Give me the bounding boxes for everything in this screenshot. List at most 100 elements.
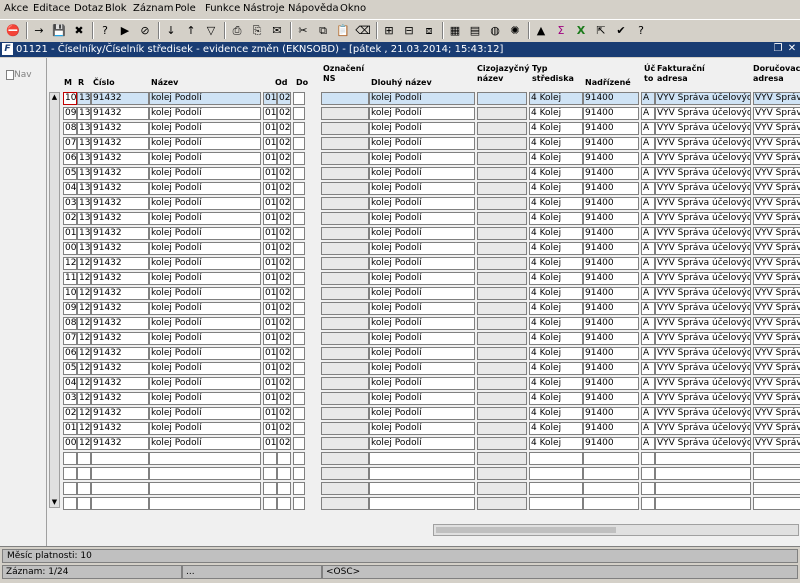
cell-cizojazycny-nazev[interactable] <box>477 347 527 360</box>
cell-nadrizene[interactable]: 91400 <box>583 392 639 405</box>
cell-cislo[interactable]: 91432 <box>91 332 149 345</box>
enter-query-icon[interactable]: ? <box>96 22 114 39</box>
clear-icon[interactable]: ⌫ <box>354 22 372 39</box>
cell-cislo[interactable]: 91432 <box>91 347 149 360</box>
cell-r[interactable]: 12 <box>77 422 91 435</box>
cell-oznaceni-ns[interactable] <box>321 362 369 375</box>
cell-nazev[interactable]: kolej Podolí <box>149 287 261 300</box>
cell-nadrizene[interactable]: 91400 <box>583 422 639 435</box>
cell-blank[interactable] <box>293 317 305 330</box>
cell-dorucovaci-adresa[interactable] <box>753 467 800 480</box>
cell-do[interactable]: 02 <box>277 152 291 165</box>
cell-fakturacni-adresa[interactable]: VYV Správa účelových <box>655 242 751 255</box>
cell-nadrizene[interactable]: 91400 <box>583 332 639 345</box>
cell-do[interactable]: 02 <box>277 347 291 360</box>
cell-ucto[interactable]: A <box>641 377 655 390</box>
cell-r[interactable]: 13 <box>77 242 91 255</box>
cell-ucto[interactable]: A <box>641 227 655 240</box>
cell-nadrizene[interactable]: 91400 <box>583 197 639 210</box>
cell-typ-strediska[interactable]: 4 Kolej <box>529 422 583 435</box>
cell-nazev[interactable]: kolej Podolí <box>149 107 261 120</box>
cell-fakturacni-adresa[interactable]: VYV Správa účelových <box>655 392 751 405</box>
cell-dlouhy-nazev[interactable]: kolej Podolí <box>369 167 475 180</box>
cell-nazev[interactable]: kolej Podolí <box>149 332 261 345</box>
scroll-down-icon[interactable]: ▼ <box>50 498 59 507</box>
cell-fakturacni-adresa[interactable]: VYV Správa účelových <box>655 92 751 105</box>
cell-blank[interactable] <box>293 92 305 105</box>
cell-typ-strediska[interactable]: 4 Kolej <box>529 107 583 120</box>
cell-cislo[interactable]: 91432 <box>91 392 149 405</box>
cell-nadrizene[interactable]: 91400 <box>583 257 639 270</box>
cell-nazev[interactable]: kolej Podolí <box>149 197 261 210</box>
cell-blank[interactable] <box>293 437 305 450</box>
cell-nadrizene[interactable]: 91400 <box>583 347 639 360</box>
cell-od[interactable]: 01 <box>263 392 277 405</box>
cell-ucto[interactable]: A <box>641 317 655 330</box>
cell-do[interactable]: 02 <box>277 317 291 330</box>
cell-nazev[interactable]: kolej Podolí <box>149 137 261 150</box>
cut-icon[interactable]: ✂ <box>294 22 312 39</box>
cell-blank[interactable] <box>293 257 305 270</box>
cell-fakturacni-adresa[interactable]: VYV Správa účelových <box>655 107 751 120</box>
cell-dorucovaci-adresa[interactable]: VYV Správ <box>753 437 800 450</box>
cell-dlouhy-nazev[interactable]: kolej Podolí <box>369 287 475 300</box>
cell-m[interactable]: 00 <box>63 437 77 450</box>
cell-m[interactable]: 11 <box>63 272 77 285</box>
menu-item[interactable]: Dotaz <box>74 3 103 14</box>
arrow-icon[interactable]: → <box>30 22 48 39</box>
cell-cislo[interactable]: 91432 <box>91 107 149 120</box>
cancel-icon[interactable]: ✖ <box>70 22 88 39</box>
cell-do[interactable]: 02 <box>277 107 291 120</box>
cell-dlouhy-nazev[interactable]: kolej Podolí <box>369 227 475 240</box>
cell-od[interactable]: 01 <box>263 107 277 120</box>
cell-m[interactable]: 09 <box>63 107 77 120</box>
cell-cizojazycny-nazev[interactable] <box>477 377 527 390</box>
cell-ucto[interactable]: A <box>641 362 655 375</box>
cell-do[interactable]: 02 <box>277 257 291 270</box>
cell-od[interactable]: 01 <box>263 272 277 285</box>
cell-dorucovaci-adresa[interactable]: VYV Správ <box>753 377 800 390</box>
cell-od[interactable]: 01 <box>263 122 277 135</box>
help-icon[interactable]: ? <box>632 22 650 39</box>
cell-typ-strediska[interactable]: 4 Kolej <box>529 287 583 300</box>
cell-m[interactable]: 04 <box>63 182 77 195</box>
cell-dlouhy-nazev[interactable]: kolej Podolí <box>369 407 475 420</box>
cell-blank[interactable] <box>293 122 305 135</box>
save-icon[interactable]: 💾 <box>50 22 68 39</box>
cell-cislo[interactable]: 91432 <box>91 242 149 255</box>
cell-dorucovaci-adresa[interactable]: VYV Správ <box>753 392 800 405</box>
cell-do[interactable] <box>277 452 291 465</box>
cell-m[interactable]: 06 <box>63 152 77 165</box>
cell-ucto[interactable]: A <box>641 152 655 165</box>
cell-blank[interactable] <box>293 137 305 150</box>
cell-cizojazycny-nazev[interactable] <box>477 92 527 105</box>
cell-blank[interactable] <box>293 407 305 420</box>
cell-m[interactable]: 07 <box>63 137 77 150</box>
cell-nadrizene[interactable]: 91400 <box>583 302 639 315</box>
cell-oznaceni-ns[interactable] <box>321 92 369 105</box>
cell-dlouhy-nazev[interactable] <box>369 467 475 480</box>
cell-dorucovaci-adresa[interactable]: VYV Správ <box>753 257 800 270</box>
cell-nadrizene[interactable] <box>583 467 639 480</box>
cell-cizojazycny-nazev[interactable] <box>477 227 527 240</box>
cell-do[interactable] <box>277 482 291 495</box>
cell-oznaceni-ns[interactable] <box>321 242 369 255</box>
menu-item[interactable]: Nástroje <box>243 3 285 14</box>
cell-nazev[interactable]: kolej Podolí <box>149 422 261 435</box>
cell-cislo[interactable]: 91432 <box>91 182 149 195</box>
cell-od[interactable]: 01 <box>263 197 277 210</box>
cell-fakturacni-adresa[interactable]: VYV Správa účelových <box>655 347 751 360</box>
cell-m[interactable]: 03 <box>63 197 77 210</box>
scroll-thumb[interactable] <box>436 527 616 533</box>
cell-od[interactable]: 01 <box>263 287 277 300</box>
cell-dlouhy-nazev[interactable]: kolej Podolí <box>369 272 475 285</box>
cell-cislo[interactable]: 91432 <box>91 227 149 240</box>
cell-cislo[interactable] <box>91 452 149 465</box>
cell-nazev[interactable]: kolej Podolí <box>149 227 261 240</box>
cell-od[interactable]: 01 <box>263 347 277 360</box>
nav-panel[interactable]: Nav <box>2 62 42 542</box>
cell-ucto[interactable]: A <box>641 392 655 405</box>
cell-r[interactable]: 12 <box>77 257 91 270</box>
calculator-icon[interactable]: ▦ <box>446 22 464 39</box>
cell-dorucovaci-adresa[interactable]: VYV Správ <box>753 227 800 240</box>
